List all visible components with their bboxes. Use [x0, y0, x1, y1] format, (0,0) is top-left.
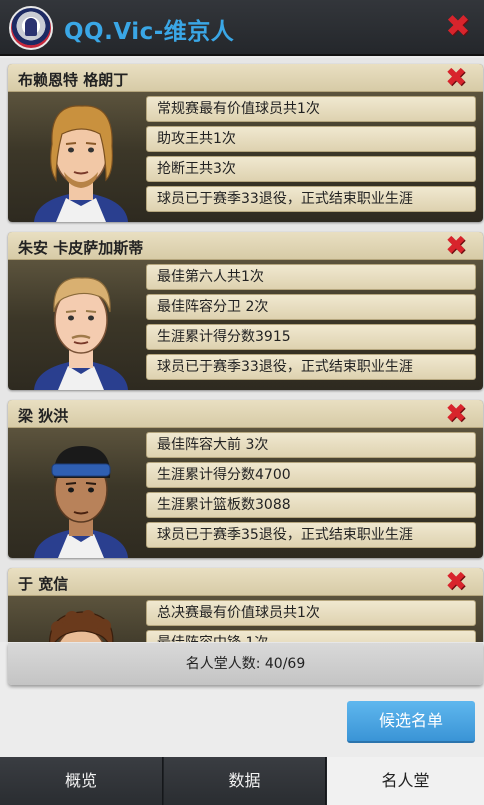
honor-item: 球员已于赛季33退役，正式结束职业生涯 [146, 186, 476, 212]
hall-count-bar: 名人堂人数: 40/69 [8, 643, 483, 685]
remove-icon[interactable]: ✖ [443, 568, 469, 596]
honor-list: 常规赛最有价值球员共1次 助攻王共1次 抢断王共3次 球员已于赛季33退役，正式… [146, 96, 476, 216]
hall-of-fame-list[interactable]: 布赖恩特 格朗丁 ✖ 常规赛最有价值球员共1次 助攻王共1次 抢断王共3次 球员… [0, 58, 484, 642]
team-logo-icon [9, 6, 53, 50]
player-card-header: 朱安 卡皮萨加斯蒂 ✖ [8, 232, 483, 260]
honor-item: 最佳阵容分卫 2次 [146, 294, 476, 320]
honor-item: 抢断王共3次 [146, 156, 476, 182]
tab-hall-of-fame[interactable]: 名人堂 [327, 757, 484, 805]
app-header: QQ.Vic-维京人 ✖ [0, 0, 484, 56]
remove-icon[interactable]: ✖ [443, 232, 469, 260]
player-portrait [34, 277, 128, 390]
team-title: QQ.Vic-维京人 [64, 19, 235, 45]
player-portrait [34, 446, 128, 558]
player-card: 梁 狄洪 ✖ 最佳阵容大前 3次 生涯累计得分数4700 生涯累计篮板数3088… [8, 400, 483, 558]
player-card: 布赖恩特 格朗丁 ✖ 常规赛最有价值球员共1次 助攻王共1次 抢断王共3次 球员… [8, 64, 483, 222]
player-portrait [49, 610, 114, 642]
honor-item: 生涯累计得分数4700 [146, 462, 476, 488]
player-name: 梁 狄洪 [18, 407, 69, 425]
honor-item: 总决赛最有价值球员共1次 [146, 600, 476, 626]
honor-list: 总决赛最有价值球员共1次 最佳阵容中锋 1次 [146, 600, 476, 642]
honor-item: 最佳第六人共1次 [146, 264, 476, 290]
player-name: 布赖恩特 格朗丁 [18, 71, 129, 89]
tab-overview[interactable]: 概览 [0, 757, 163, 805]
remove-icon[interactable]: ✖ [443, 400, 469, 428]
player-name: 朱安 卡皮萨加斯蒂 [18, 239, 144, 257]
honor-item: 生涯累计篮板数3088 [146, 492, 476, 518]
player-card-header: 于 宽信 ✖ [8, 568, 483, 596]
player-card: 于 宽信 ✖ 总决赛最有价值球员共1次 最佳阵容中锋 1次 [8, 568, 483, 642]
honor-item: 球员已于赛季33退役，正式结束职业生涯 [146, 354, 476, 380]
player-card: 朱安 卡皮萨加斯蒂 ✖ 最佳第六人共1次 最佳阵容分卫 2次 生涯累计得分数39… [8, 232, 483, 390]
candidate-list-button[interactable]: 候选名单 [347, 701, 475, 743]
tab-stats[interactable]: 数据 [164, 757, 326, 805]
honor-item: 助攻王共1次 [146, 126, 476, 152]
hall-count-label: 名人堂人数: 40/69 [185, 656, 306, 672]
player-portrait [34, 105, 128, 222]
player-name: 于 宽信 [18, 575, 69, 593]
honor-list: 最佳阵容大前 3次 生涯累计得分数4700 生涯累计篮板数3088 球员已于赛季… [146, 432, 476, 552]
honor-item: 最佳阵容大前 3次 [146, 432, 476, 458]
player-card-header: 梁 狄洪 ✖ [8, 400, 483, 428]
honor-list: 最佳第六人共1次 最佳阵容分卫 2次 生涯累计得分数3915 球员已于赛季33退… [146, 264, 476, 384]
honor-item: 最佳阵容中锋 1次 [146, 630, 476, 642]
bottom-tab-bar: 概览 数据 名人堂 [0, 757, 484, 805]
close-icon[interactable]: ✖ [444, 12, 472, 42]
honor-item: 生涯累计得分数3915 [146, 324, 476, 350]
remove-icon[interactable]: ✖ [443, 64, 469, 92]
honor-item: 球员已于赛季35退役，正式结束职业生涯 [146, 522, 476, 548]
honor-item: 常规赛最有价值球员共1次 [146, 96, 476, 122]
player-card-header: 布赖恩特 格朗丁 ✖ [8, 64, 483, 92]
